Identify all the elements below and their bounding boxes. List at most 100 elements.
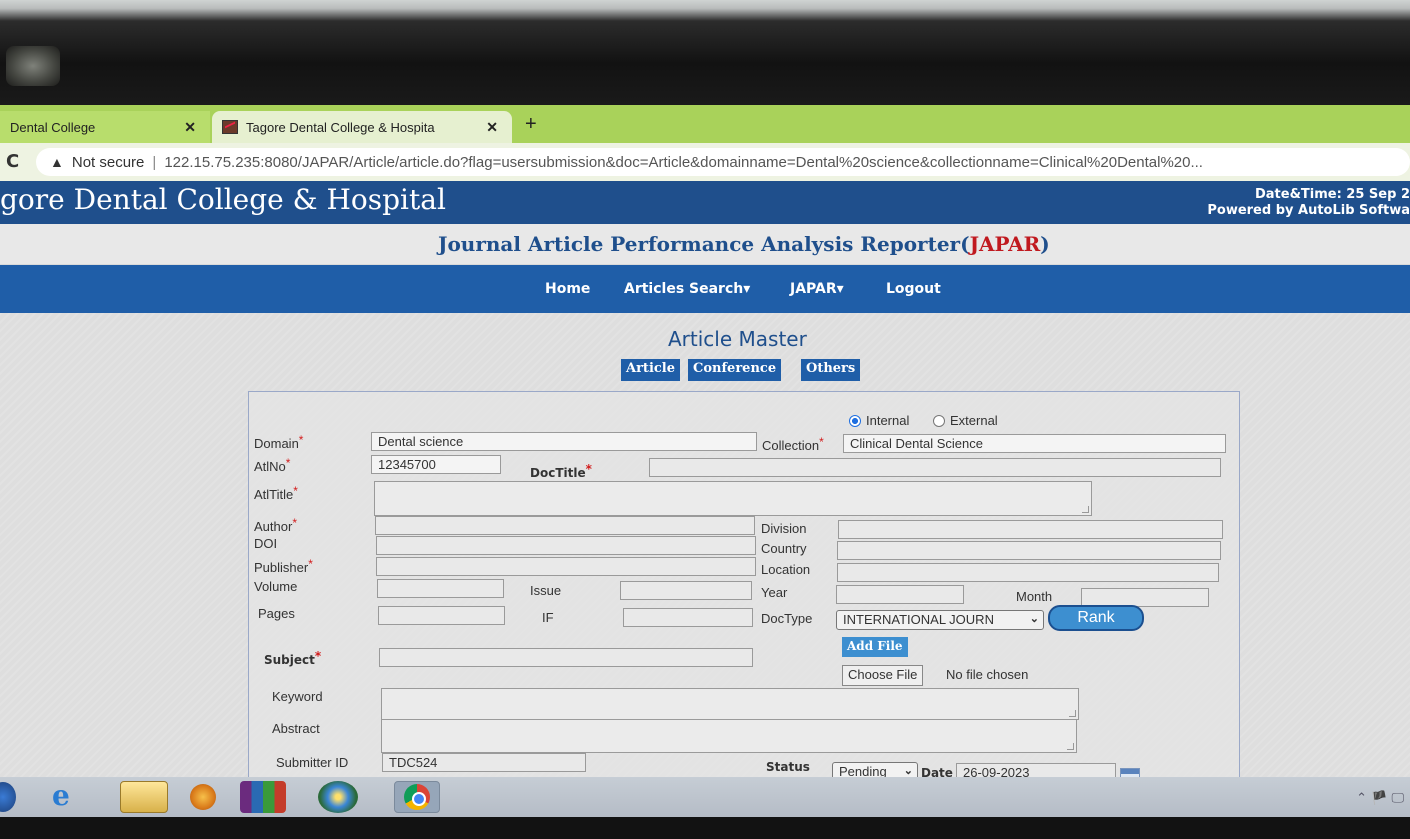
doi-field[interactable] <box>376 536 756 555</box>
keyword-field[interactable] <box>381 688 1079 720</box>
url-field[interactable]: ▲ Not secure | 122.15.75.235:8080/JAPAR/… <box>36 148 1410 176</box>
doctype-label: DocType <box>761 611 813 626</box>
volume-field[interactable] <box>377 579 504 598</box>
start-icon[interactable] <box>0 782 16 812</box>
site-favicon-icon <box>222 120 238 134</box>
nav-articles-search[interactable]: Articles Search▾ <box>624 281 750 297</box>
year-field[interactable] <box>836 585 964 604</box>
country-field[interactable] <box>837 541 1221 560</box>
folder-icon[interactable] <box>120 781 168 813</box>
chevron-down-icon: ⌄ <box>1029 613 1039 625</box>
browser-tab-active[interactable]: Tagore Dental College & Hospita ✕ <box>212 111 512 143</box>
pages-label: Pages <box>258 606 295 621</box>
location-field[interactable] <box>837 563 1219 582</box>
if-label: IF <box>542 610 554 625</box>
author-label: Author* <box>254 516 297 534</box>
media-player-icon[interactable] <box>190 784 216 810</box>
chrome-icon[interactable] <box>394 781 440 813</box>
tab-label: Tagore Dental College & Hospita <box>246 119 435 135</box>
internet-explorer-icon[interactable] <box>44 779 84 813</box>
header-info: Date&Time: 25 Sep 2 Powered by AutoLib S… <box>1207 187 1410 219</box>
abstract-field[interactable] <box>381 719 1077 753</box>
atltitle-label: AtlTitle* <box>254 484 298 502</box>
close-icon[interactable]: ✕ <box>184 119 196 136</box>
atlno-label: AtlNo* <box>254 456 291 474</box>
monitor-logo <box>6 46 60 86</box>
doctype-value: INTERNATIONAL JOURN <box>843 612 994 627</box>
main-nav: Home Articles Search▾ JAPAR▾ Logout <box>0 265 1410 313</box>
tab-others[interactable]: Others <box>801 359 861 381</box>
submitter-field[interactable]: TDC524 <box>382 753 586 772</box>
new-tab-button[interactable]: + <box>525 113 537 136</box>
atlno-field[interactable]: 12345700 <box>371 455 501 474</box>
doctitle-field[interactable] <box>649 458 1221 477</box>
tab-article[interactable]: Article <box>621 359 681 381</box>
close-icon[interactable]: ✕ <box>486 119 498 136</box>
browser-tab-bar: Dental College ✕ Tagore Dental College &… <box>0 105 1410 143</box>
system-tray[interactable]: ⌃ 🏴 🖵 <box>1356 791 1404 806</box>
url-text[interactable]: 122.15.75.235:8080/JAPAR/Article/article… <box>164 154 1203 171</box>
app-title-abbr: JAPAR <box>969 232 1041 256</box>
rank-button[interactable]: Rank <box>1048 605 1144 631</box>
warning-icon[interactable]: ▲ <box>50 154 64 170</box>
location-label: Location <box>761 562 811 577</box>
author-field[interactable] <box>375 516 755 535</box>
site-header: gore Dental College & Hospital Date&Time… <box>0 181 1410 224</box>
doi-label: DOI <box>254 536 278 551</box>
app-title: Journal Article Performance Analysis Rep… <box>438 232 1050 256</box>
choose-file-button[interactable]: Choose File <box>842 665 924 686</box>
datetime-label: Date&Time: 25 Sep 2 <box>1254 187 1410 202</box>
tab-label: Dental College <box>10 119 96 135</box>
external-radio[interactable] <box>933 415 945 427</box>
address-bar: C ▲ Not secure | 122.15.75.235:8080/JAPA… <box>0 143 1410 181</box>
winrar-icon[interactable] <box>240 781 286 813</box>
monitor-bezel-bottom <box>0 817 1410 839</box>
publisher-label: Publisher* <box>254 557 313 575</box>
subject-field[interactable] <box>379 648 753 667</box>
paint-icon[interactable] <box>318 781 358 813</box>
nav-logout[interactable]: Logout <box>886 281 941 297</box>
division-field[interactable] <box>838 520 1223 539</box>
tab-conference[interactable]: Conference <box>688 359 782 381</box>
status-label: Status <box>766 760 810 774</box>
domain-label: Domain* <box>254 433 304 451</box>
collection-label: Collection* <box>762 435 824 453</box>
app-title-close: ) <box>1040 232 1050 256</box>
college-title: gore Dental College & Hospital <box>0 183 446 216</box>
divider: | <box>152 153 157 171</box>
os-taskbar: ⌃ 🏴 🖵 <box>0 777 1410 817</box>
doctype-select[interactable]: INTERNATIONAL JOURN ⌄ <box>836 610 1044 630</box>
country-label: Country <box>761 541 807 556</box>
publisher-field[interactable] <box>376 557 756 576</box>
issue-field[interactable] <box>620 581 752 600</box>
app-title-main: Journal Article Performance Analysis Rep… <box>438 232 970 256</box>
issue-label: Issue <box>530 583 562 598</box>
screen: Dental College ✕ Tagore Dental College &… <box>0 105 1410 839</box>
internal-label: Internal <box>866 413 910 428</box>
browser-tab-inactive[interactable]: Dental College ✕ <box>0 111 210 143</box>
abstract-label: Abstract <box>272 721 320 736</box>
doctitle-label: DocTitle* <box>530 462 592 480</box>
volume-label: Volume <box>254 579 298 594</box>
internal-radio[interactable] <box>849 415 861 427</box>
collection-field[interactable]: Clinical Dental Science <box>843 434 1226 453</box>
division-label: Division <box>761 521 807 536</box>
month-label: Month <box>1016 589 1053 604</box>
nav-home[interactable]: Home <box>545 281 590 297</box>
if-field[interactable] <box>623 608 753 627</box>
reload-icon[interactable]: C <box>6 151 19 172</box>
nav-japar[interactable]: JAPAR▾ <box>790 281 844 297</box>
subheader: Journal Article Performance Analysis Rep… <box>0 224 1410 264</box>
subject-label: Subject* <box>264 649 322 667</box>
add-file-button[interactable]: Add File <box>842 637 908 657</box>
no-file-text: No file chosen <box>946 667 1029 682</box>
powered-by-label: Powered by AutoLib Softwa <box>1207 203 1410 218</box>
page-title: Article Master <box>668 327 807 351</box>
atltitle-field[interactable] <box>374 481 1092 516</box>
domain-field[interactable]: Dental science <box>371 432 757 451</box>
pages-field[interactable] <box>378 606 505 625</box>
security-label[interactable]: Not secure <box>72 154 145 171</box>
chevron-down-icon: ⌄ <box>903 765 913 777</box>
submitter-label: Submitter ID <box>276 755 349 770</box>
year-label: Year <box>761 585 788 600</box>
